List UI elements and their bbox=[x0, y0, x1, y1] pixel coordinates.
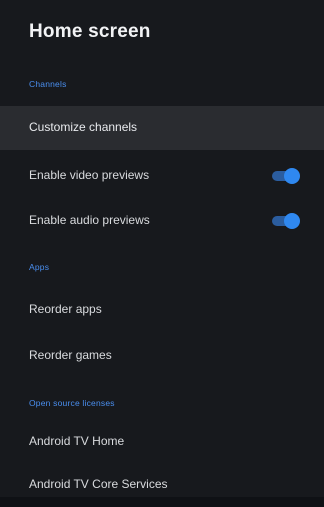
toggle-thumb bbox=[284, 213, 300, 229]
reorder-apps-item[interactable]: Reorder apps bbox=[0, 288, 324, 332]
page-title: Home screen bbox=[29, 21, 151, 42]
reorder-games-item[interactable]: Reorder games bbox=[0, 334, 324, 378]
reorder-apps-label: Reorder apps bbox=[29, 302, 102, 316]
toggle-thumb bbox=[284, 168, 300, 184]
settings-panel: Home screen Channels Customize channels … bbox=[0, 0, 324, 497]
android-tv-core-services-label: Android TV Core Services bbox=[29, 477, 168, 491]
section-header-channels: Channels bbox=[29, 79, 67, 89]
enable-audio-previews-label: Enable audio previews bbox=[29, 213, 150, 227]
section-header-licenses: Open source licenses bbox=[29, 398, 115, 408]
enable-video-previews-item[interactable]: Enable video previews bbox=[0, 154, 324, 198]
enable-audio-previews-item[interactable]: Enable audio previews bbox=[0, 199, 324, 243]
reorder-games-label: Reorder games bbox=[29, 348, 112, 362]
customize-channels-label: Customize channels bbox=[29, 120, 138, 134]
section-header-apps: Apps bbox=[29, 262, 50, 272]
android-tv-home-item[interactable]: Android TV Home bbox=[0, 420, 324, 464]
android-tv-core-services-item[interactable]: Android TV Core Services bbox=[0, 463, 324, 507]
video-previews-toggle[interactable] bbox=[270, 168, 302, 184]
enable-video-previews-label: Enable video previews bbox=[29, 168, 150, 182]
customize-channels-item[interactable]: Customize channels bbox=[0, 106, 324, 150]
audio-previews-toggle[interactable] bbox=[270, 213, 302, 229]
android-tv-home-label: Android TV Home bbox=[29, 434, 125, 448]
